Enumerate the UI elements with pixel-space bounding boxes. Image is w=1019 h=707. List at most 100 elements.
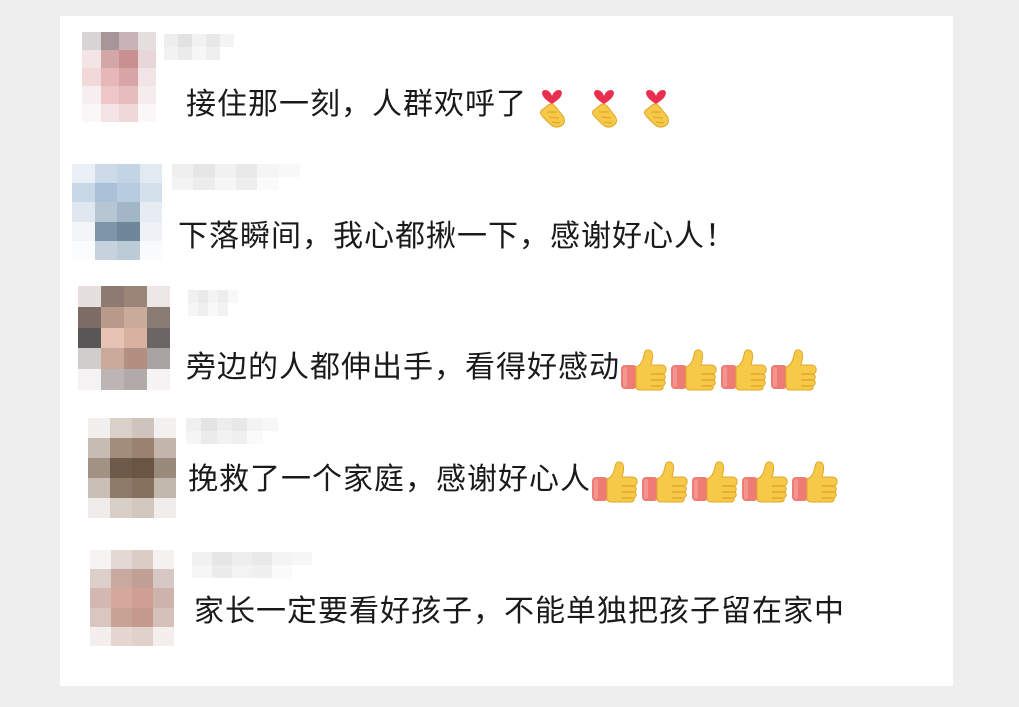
avatar-pixel — [101, 348, 124, 370]
avatar-pixel — [132, 569, 153, 589]
avatar-pixel — [101, 306, 124, 328]
name-pixel — [292, 552, 312, 565]
name-pixel — [218, 290, 228, 303]
avatar[interactable] — [90, 550, 174, 646]
name-pixel — [172, 164, 194, 177]
name-pixel — [164, 34, 178, 47]
commenter-name[interactable] — [164, 34, 248, 60]
name-pixel — [208, 290, 218, 303]
name-pixel — [220, 34, 234, 47]
avatar[interactable] — [88, 418, 176, 518]
avatar-pixel — [139, 221, 162, 241]
avatar-pixel — [110, 458, 132, 478]
avatar-pixel — [154, 438, 176, 458]
avatar-pixel — [72, 221, 95, 241]
avatar-pixel — [88, 458, 110, 478]
comment-item: 接住那一刻，人群欢呼了 — [60, 16, 953, 146]
avatar-pixel — [100, 104, 119, 122]
avatar-pixel — [124, 327, 147, 349]
avatar-pixel — [94, 221, 117, 241]
avatar-pixel — [154, 418, 176, 438]
avatar-pixel — [119, 50, 138, 68]
comment-text: 家长一定要看好孩子，不能单独把孩子留在家中 — [194, 588, 894, 636]
name-pixel — [292, 565, 312, 578]
avatar-pixel — [117, 164, 140, 184]
avatar-pixel — [132, 478, 154, 498]
thumbs-up-icon — [739, 457, 791, 505]
avatar-pixel — [78, 327, 101, 349]
name-pixel — [252, 565, 272, 578]
name-pixel — [186, 431, 202, 444]
name-pixel — [232, 552, 252, 565]
avatar-pixel — [153, 550, 174, 570]
name-pixel — [252, 552, 272, 565]
comment-text-content: 家长一定要看好孩子，不能单独把孩子留在家中 — [194, 594, 845, 629]
avatar-pixel — [101, 327, 124, 349]
avatar-pixel — [101, 286, 124, 307]
name-pixel — [247, 431, 263, 444]
thumbs-up-icon — [618, 345, 670, 393]
commenter-name[interactable] — [192, 552, 312, 578]
avatar[interactable] — [78, 286, 170, 390]
comment-text: 接住那一刻，人群欢呼了 — [186, 81, 683, 130]
name-pixel — [278, 177, 300, 190]
avatar-pixel — [101, 369, 124, 390]
emoji-row — [591, 456, 841, 505]
avatar-pixel — [119, 104, 138, 122]
avatar-pixel — [78, 348, 101, 370]
name-pixel — [272, 565, 292, 578]
avatar-pixel — [111, 569, 132, 589]
name-pixel — [220, 47, 234, 60]
name-pixel — [212, 552, 232, 565]
avatar-pixel — [88, 418, 110, 438]
comment-item: 旁边的人都伸出手，看得好感动 — [60, 276, 953, 406]
avatar[interactable] — [72, 164, 162, 260]
avatar-pixel — [124, 306, 147, 328]
avatar-pixel — [153, 626, 174, 646]
name-pixel — [247, 418, 263, 431]
thumbs-up-icon — [689, 457, 741, 505]
name-pixel — [172, 177, 194, 190]
thumbs-up-icon — [668, 345, 720, 393]
thumbs-up-icon — [589, 457, 641, 505]
avatar-pixel — [72, 202, 95, 222]
avatar-pixel — [137, 104, 156, 122]
avatar-pixel — [132, 607, 153, 627]
comment-text-content: 旁边的人都伸出手，看得好感动 — [186, 350, 620, 385]
comment-item: 下落瞬间，我心都揪一下，感谢好心人！ — [60, 146, 953, 276]
avatar-pixel — [90, 626, 111, 646]
name-pixel — [192, 552, 212, 565]
avatar-pixel — [111, 588, 132, 608]
avatar[interactable] — [82, 32, 156, 122]
avatar-pixel — [100, 50, 119, 68]
comment-item: 家长一定要看好孩子，不能单独把孩子留在家中 — [60, 536, 953, 686]
name-pixel — [192, 47, 206, 60]
avatar-pixel — [88, 478, 110, 498]
commenter-name[interactable] — [186, 418, 278, 444]
avatar-pixel — [100, 86, 119, 104]
avatar-pixel — [88, 498, 110, 518]
name-pixel — [201, 431, 217, 444]
avatar-pixel — [111, 550, 132, 570]
name-pixel — [206, 34, 220, 47]
commenter-name[interactable] — [188, 290, 248, 316]
avatar-pixel — [119, 86, 138, 104]
avatar-pixel — [110, 438, 132, 458]
commenter-name[interactable] — [172, 164, 300, 190]
avatar-pixel — [124, 286, 147, 307]
thumbs-up-icon — [639, 457, 691, 505]
name-pixel — [216, 418, 232, 431]
name-pixel — [214, 177, 236, 190]
name-pixel — [272, 552, 292, 565]
avatar-pixel — [117, 183, 140, 203]
avatar-pixel — [154, 478, 176, 498]
avatar-pixel — [72, 240, 95, 260]
avatar-pixel — [139, 240, 162, 260]
avatar-pixel — [132, 498, 154, 518]
name-pixel — [178, 34, 192, 47]
name-pixel — [228, 303, 238, 316]
name-pixel — [164, 47, 178, 60]
name-pixel — [231, 418, 248, 431]
name-pixel — [193, 177, 215, 190]
avatar-pixel — [90, 607, 111, 627]
